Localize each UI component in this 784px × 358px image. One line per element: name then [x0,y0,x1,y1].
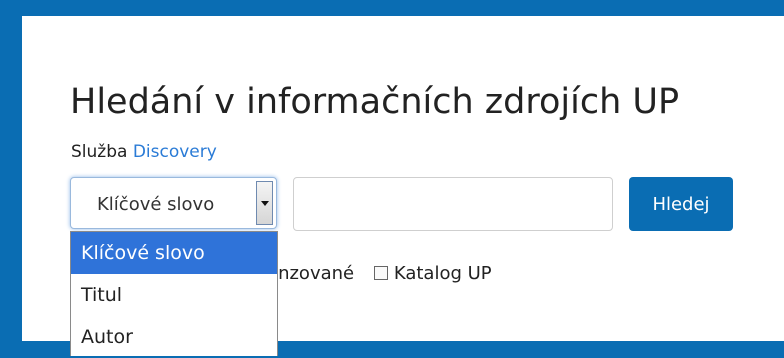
dropdown-option-autor[interactable]: Autor [71,316,277,358]
page-title: Hledání v informačních zdrojích UP [70,82,680,122]
katalog-up-checkbox[interactable] [373,266,388,280]
service-line: Služba Discovery [71,142,217,162]
filter-katalog-up-label: Katalog UP [393,263,492,284]
select-value: Klíčové slovo [97,194,215,215]
service-label: Služba [71,142,128,162]
discovery-link[interactable]: Discovery [133,142,217,162]
chevron-down-icon [260,200,269,206]
dropdown-arrow-button[interactable] [256,181,273,225]
filter-recenzovane[interactable]: enzované [267,263,354,284]
search-input[interactable] [293,177,613,231]
dropdown-option-titul[interactable]: Titul [71,274,277,316]
filter-options: enzované Katalog UP [267,263,506,284]
search-field-dropdown: Klíčové slovo Titul Autor [70,231,278,356]
search-button[interactable]: Hledej [629,177,733,231]
dropdown-option-klicove-slovo[interactable]: Klíčové slovo [71,232,277,274]
filter-recenzovane-label: enzované [267,263,355,284]
filter-katalog-up[interactable]: Katalog UP [373,263,492,284]
search-field-select[interactable]: Klíčové slovo [70,177,277,229]
